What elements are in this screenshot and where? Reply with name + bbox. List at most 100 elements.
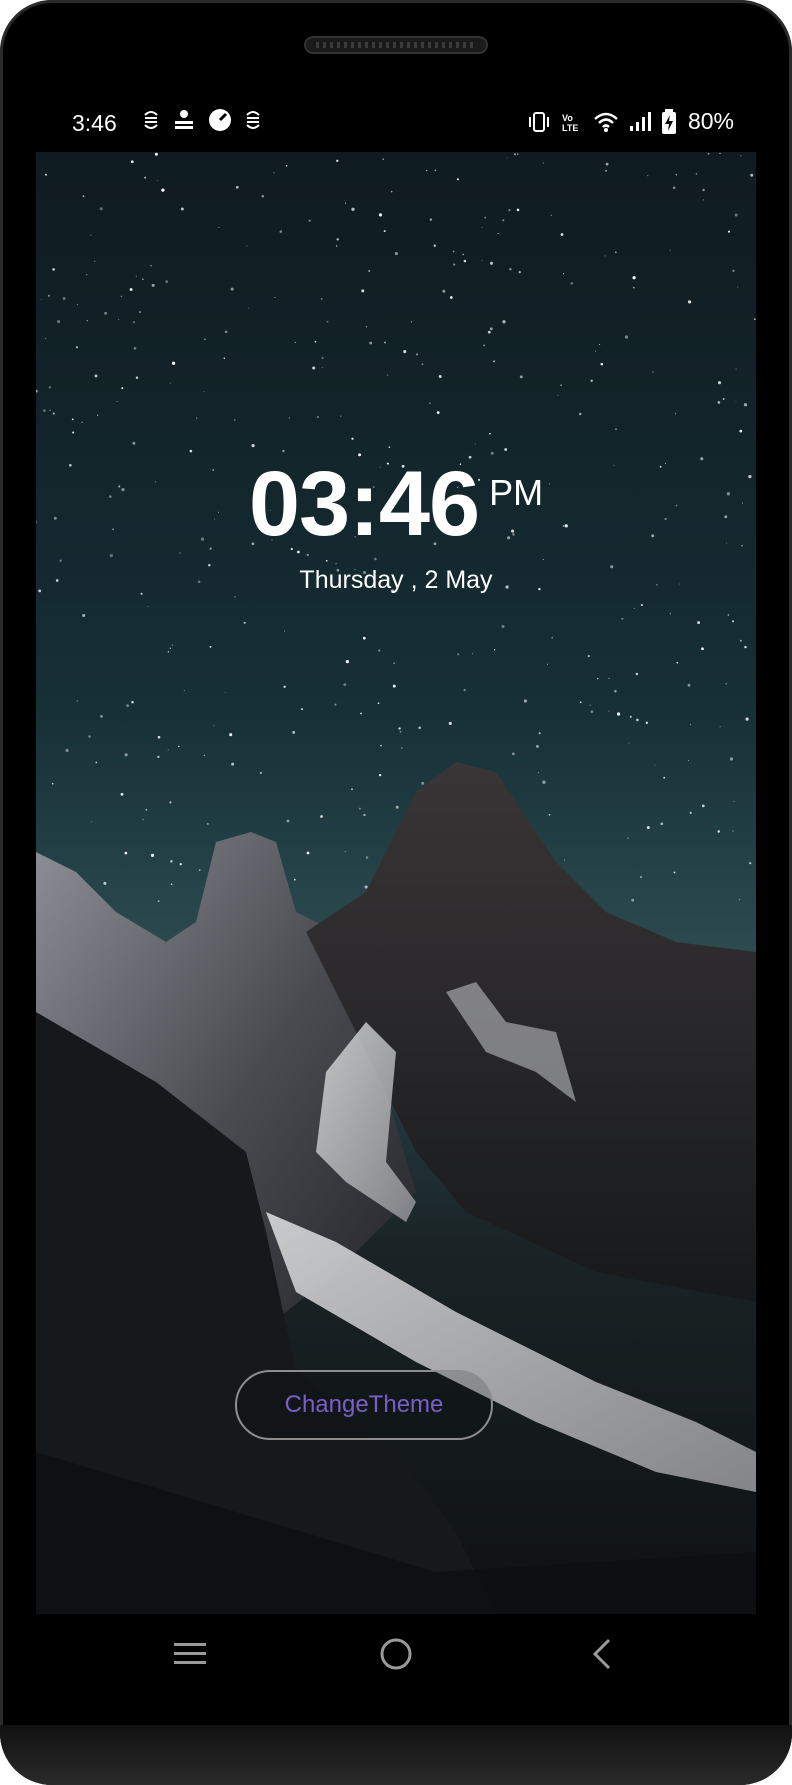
star <box>589 704 591 706</box>
star <box>59 559 62 562</box>
star <box>151 283 155 287</box>
back-icon <box>592 1638 611 1670</box>
star <box>463 688 466 692</box>
star <box>487 330 491 334</box>
star <box>504 448 508 451</box>
star <box>274 296 276 298</box>
star <box>48 386 52 389</box>
star <box>484 216 487 219</box>
speed-icon <box>209 109 231 131</box>
star <box>167 651 170 653</box>
star <box>702 188 705 192</box>
star <box>203 754 205 756</box>
clock-time: 03:46 <box>248 453 480 555</box>
star <box>97 414 99 416</box>
star <box>489 261 494 265</box>
star <box>132 321 135 324</box>
home-button[interactable] <box>366 1624 426 1684</box>
star <box>47 294 50 297</box>
star <box>157 755 160 759</box>
star <box>511 752 515 756</box>
star <box>410 321 412 323</box>
home-icon <box>380 1638 412 1670</box>
star <box>90 234 92 236</box>
star <box>273 172 275 174</box>
star <box>351 437 354 440</box>
star <box>259 771 262 774</box>
star <box>418 726 421 730</box>
volte-icon: Vo LTE <box>562 113 578 133</box>
star <box>750 173 754 177</box>
star <box>286 819 290 823</box>
star <box>279 230 283 233</box>
star <box>147 606 149 608</box>
star <box>45 337 47 340</box>
star <box>551 637 553 639</box>
star <box>502 219 505 222</box>
star <box>62 297 66 300</box>
back-button[interactable] <box>572 1624 632 1684</box>
change-theme-button[interactable]: ChangeTheme <box>235 1370 493 1440</box>
star <box>753 318 756 321</box>
star <box>314 340 317 343</box>
star <box>243 621 246 624</box>
star <box>604 169 608 172</box>
star <box>234 596 236 598</box>
star <box>169 382 171 384</box>
star <box>690 723 692 726</box>
notification-icon <box>175 110 193 129</box>
recents-button[interactable] <box>160 1624 220 1684</box>
star <box>687 300 692 304</box>
star <box>550 214 552 216</box>
star <box>579 701 582 704</box>
star <box>483 344 486 347</box>
star <box>687 683 691 687</box>
star <box>374 557 377 561</box>
star <box>178 745 180 748</box>
star <box>744 645 747 649</box>
lockscreen-clock: 03:46 PM <box>36 452 756 557</box>
star <box>672 186 676 190</box>
star <box>563 859 565 861</box>
star <box>663 776 666 779</box>
star <box>442 289 446 293</box>
star <box>283 685 286 688</box>
star <box>170 883 173 885</box>
star <box>717 401 721 404</box>
star <box>235 185 239 189</box>
star <box>51 782 54 785</box>
star <box>456 178 459 181</box>
star <box>145 808 148 811</box>
star <box>65 748 69 753</box>
star <box>167 749 169 751</box>
star <box>640 876 642 878</box>
star <box>669 249 671 251</box>
star <box>384 341 386 344</box>
star <box>401 747 403 749</box>
star <box>334 703 337 706</box>
status-time: 3:46 <box>72 110 117 136</box>
star <box>169 647 172 650</box>
svg-text:LTE: LTE <box>562 123 578 133</box>
device-chin <box>0 1725 792 1785</box>
star <box>120 295 123 298</box>
star <box>701 804 705 808</box>
star <box>224 691 226 693</box>
star <box>669 613 671 615</box>
star <box>635 672 639 676</box>
star <box>230 287 234 291</box>
star <box>363 813 366 817</box>
star <box>398 727 401 730</box>
star <box>378 773 382 777</box>
star <box>506 157 508 159</box>
star <box>380 744 382 747</box>
star <box>154 152 158 156</box>
star <box>321 367 323 369</box>
star <box>43 409 46 412</box>
star <box>395 805 399 809</box>
star <box>732 830 734 832</box>
star <box>695 173 698 175</box>
star <box>132 441 136 445</box>
star <box>542 162 544 164</box>
star <box>616 712 621 716</box>
